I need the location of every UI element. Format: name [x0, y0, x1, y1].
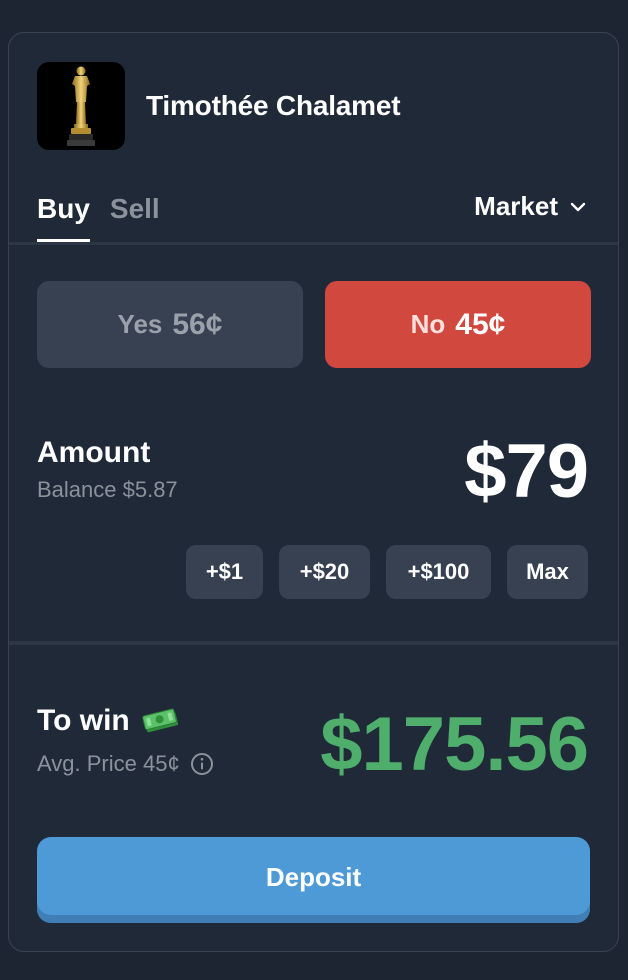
avg-price-row: Avg. Price 45¢: [37, 751, 214, 777]
trade-tabs: Buy Sell: [37, 193, 180, 243]
yes-label: Yes: [117, 309, 163, 339]
add-20-button[interactable]: +$20: [279, 545, 370, 599]
trade-card: Timothée Chalamet Buy Sell Market Yes 56…: [8, 32, 619, 952]
to-win-amount: $175.56: [320, 702, 589, 787]
amount-label: Amount: [37, 436, 151, 469]
no-price: 45¢: [455, 307, 506, 341]
max-button[interactable]: Max: [507, 545, 588, 599]
no-label: No: [410, 309, 446, 339]
section-divider: [9, 641, 618, 645]
info-icon[interactable]: [190, 752, 214, 776]
yes-price: 56¢: [172, 307, 223, 341]
deposit-button[interactable]: Deposit: [37, 837, 590, 923]
order-type-label: Market: [474, 191, 558, 221]
oscar-statuette-icon: [37, 62, 125, 150]
tab-sell[interactable]: Sell: [110, 193, 160, 243]
market-header: Timothée Chalamet: [37, 62, 401, 150]
tab-buy[interactable]: Buy: [37, 193, 90, 243]
quick-add-buttons: +$1 +$20 +$100 Max: [186, 545, 588, 599]
no-button[interactable]: No 45¢: [325, 281, 591, 368]
order-type-dropdown[interactable]: Market: [474, 191, 588, 222]
tab-divider: [9, 242, 618, 245]
to-win-label: To win: [37, 704, 130, 737]
outcome-selector: Yes 56¢ No 45¢: [37, 281, 591, 368]
avg-price-text: Avg. Price 45¢: [37, 751, 180, 776]
to-win-row: To win: [37, 704, 180, 738]
add-100-button[interactable]: +$100: [386, 545, 491, 599]
yes-button[interactable]: Yes 56¢: [37, 281, 303, 368]
balance-text: Balance $5.87: [37, 477, 178, 502]
money-icon: [142, 708, 178, 733]
market-title: Timothée Chalamet: [146, 90, 401, 121]
amount-input[interactable]: $79: [464, 428, 589, 515]
chevron-down-icon: [570, 202, 586, 211]
add-1-button[interactable]: +$1: [186, 545, 263, 599]
